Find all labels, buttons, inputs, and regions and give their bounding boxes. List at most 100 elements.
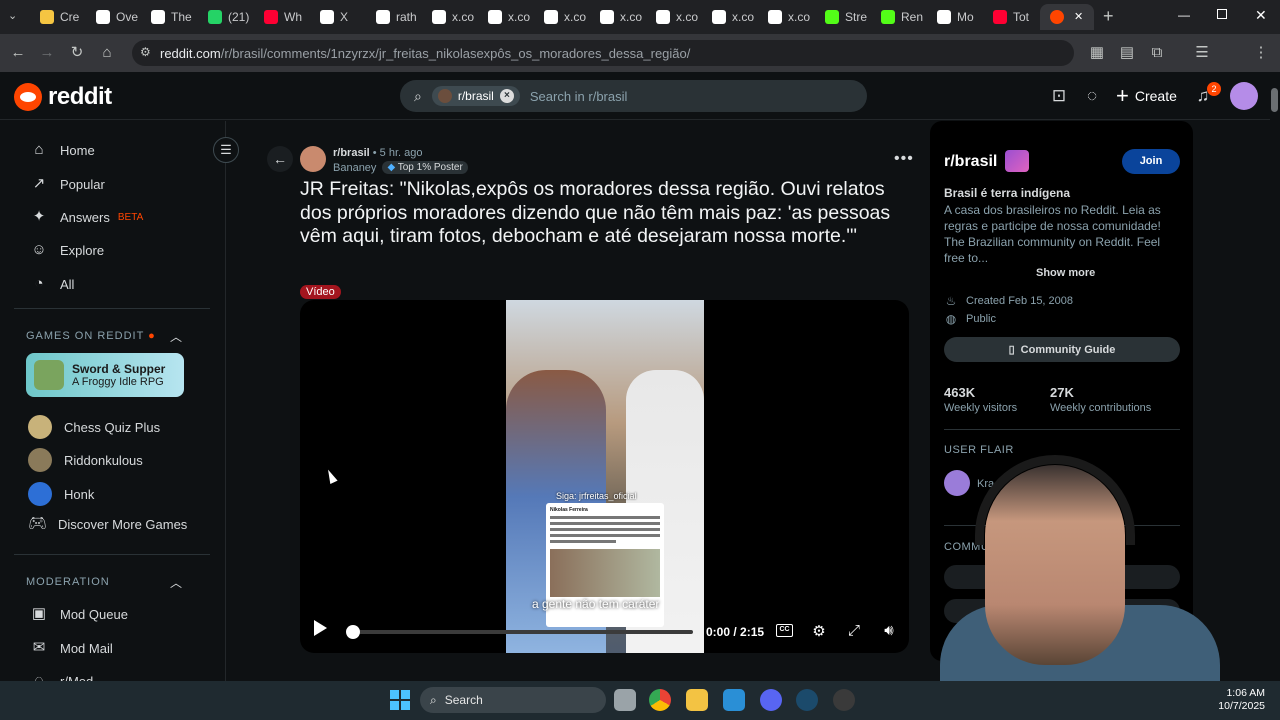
- mod-item[interactable]: ▣ Mod Queue: [30, 605, 128, 623]
- browser-tab[interactable]: Ove: [86, 4, 138, 30]
- browser-tab[interactable]: rath: [366, 4, 418, 30]
- tab-search-icon[interactable]: ⌄: [8, 9, 17, 22]
- browser-menu-icon[interactable]: ⋮: [1252, 44, 1270, 62]
- chrome-icon[interactable]: [649, 689, 671, 711]
- join-button[interactable]: Join: [1122, 149, 1180, 174]
- browser-tab[interactable]: x.co: [590, 4, 642, 30]
- browser-tab[interactable]: Mo: [927, 4, 979, 30]
- browser-tab[interactable]: Tot: [983, 4, 1035, 30]
- windows-start-icon[interactable]: [390, 690, 410, 710]
- maximize-icon[interactable]: [1217, 9, 1227, 19]
- video-progress-knob[interactable]: [346, 625, 360, 639]
- sidebar-item-home[interactable]: ⌂ Home: [30, 141, 94, 159]
- game-label: Honk: [64, 486, 95, 502]
- store-icon[interactable]: [723, 689, 745, 711]
- browser-tab[interactable]: (21): [198, 4, 250, 30]
- back-icon[interactable]: ←: [9, 44, 27, 62]
- games-section-header[interactable]: GAMES ON REDDIT ●: [26, 330, 156, 342]
- mod-icon: ▣: [31, 605, 47, 622]
- browser-tab[interactable]: Ren: [871, 4, 923, 30]
- browser-tab[interactable]: x.co: [758, 4, 810, 30]
- search-bar[interactable]: ⌕ r/brasil × Search in r/brasil: [400, 80, 867, 112]
- show-more-button[interactable]: Show more: [1036, 267, 1095, 279]
- obs-icon[interactable]: [833, 689, 855, 711]
- advertise-icon[interactable]: ⊡: [1049, 86, 1069, 106]
- browser-tab[interactable]: x.co: [534, 4, 586, 30]
- search-input[interactable]: Search in r/brasil: [530, 89, 628, 104]
- community-guide-button[interactable]: ▯ Community Guide: [944, 337, 1180, 362]
- taskbar-search-icon: ⌕: [430, 692, 437, 707]
- reading-list-icon[interactable]: ☰: [1193, 44, 1211, 62]
- discord-icon[interactable]: [760, 689, 782, 711]
- game-item[interactable]: 🎮︎ Discover More Games: [28, 515, 187, 533]
- game-item[interactable]: Honk: [28, 482, 94, 506]
- volume-icon[interactable]: 🔊︎: [879, 622, 899, 639]
- browser-tab[interactable]: Stre: [815, 4, 867, 30]
- new-tab-button[interactable]: +: [1103, 6, 1114, 27]
- post-overflow-menu-icon[interactable]: •••: [894, 150, 914, 168]
- collapse-sidebar-button[interactable]: ☰: [213, 137, 239, 163]
- games-collapse-caret[interactable]: ︿: [170, 328, 182, 345]
- browser-tab[interactable]: x.co: [702, 4, 754, 30]
- close-window-icon[interactable]: ✕: [1255, 7, 1267, 24]
- featured-game-card[interactable]: Sword & Supper A Froggy Idle RPG: [26, 353, 184, 397]
- captions-icon[interactable]: CC: [776, 624, 793, 637]
- subreddit-avatar[interactable]: [300, 146, 326, 172]
- scrollbar-thumb[interactable]: [1271, 88, 1278, 112]
- browser-tab[interactable]: x.co: [646, 4, 698, 30]
- browser-tab[interactable]: X: [310, 4, 362, 30]
- subreddit-link[interactable]: r/brasil: [333, 147, 370, 159]
- browser-tab[interactable]: The: [141, 4, 193, 30]
- active-browser-tab[interactable]: [1040, 4, 1094, 30]
- reddit-logo[interactable]: reddit: [14, 83, 112, 111]
- sidebar-item-popular[interactable]: ↗ Popular: [30, 175, 105, 193]
- game-item[interactable]: Riddonkulous: [28, 448, 143, 472]
- browser-tab[interactable]: x.co: [422, 4, 474, 30]
- site-info-icon[interactable]: ⚙: [140, 45, 151, 59]
- create-post-button[interactable]: + Create: [1116, 85, 1177, 107]
- file-explorer-icon[interactable]: [686, 689, 708, 711]
- user-avatar[interactable]: [1230, 82, 1258, 110]
- post-flair-tag[interactable]: Vídeo: [300, 285, 341, 299]
- home-browser-icon[interactable]: ⌂: [98, 44, 116, 62]
- video-player[interactable]: Siga: jrfreitas_oficial Nikolas Ferreira…: [300, 300, 909, 653]
- post-age: 5 hr. ago: [379, 147, 423, 159]
- sidebar-item-explore[interactable]: ☺ Explore: [30, 241, 104, 259]
- steam-icon[interactable]: [796, 689, 818, 711]
- community-name[interactable]: r/brasil: [944, 153, 997, 171]
- frog-game-icon: [34, 360, 64, 390]
- play-icon[interactable]: [314, 620, 327, 636]
- clear-chip-icon[interactable]: ×: [499, 89, 514, 103]
- reload-icon[interactable]: ↻: [68, 44, 86, 62]
- video-progress-track[interactable]: [348, 630, 693, 634]
- sidebar-item-answers[interactable]: ✦ Answers BETA: [30, 208, 144, 226]
- page-scrollbar[interactable]: [1270, 72, 1280, 681]
- taskbar-clock[interactable]: 1:06 AM 10/7/2025: [1205, 687, 1265, 713]
- browser-tab[interactable]: Wh: [254, 4, 306, 30]
- game-item[interactable]: Chess Quiz Plus: [28, 415, 160, 439]
- task-view-icon[interactable]: [614, 689, 636, 711]
- tab-favicon-icon: [825, 10, 839, 24]
- mod-item[interactable]: ✉ Mod Mail: [30, 639, 113, 657]
- author-name[interactable]: Bananey: [333, 162, 376, 174]
- fullscreen-icon[interactable]: ⤢: [844, 622, 864, 639]
- clock-date: 10/7/2025: [1218, 700, 1265, 712]
- browser-tab[interactable]: x.co: [478, 4, 530, 30]
- extension-icon[interactable]: ▦: [1088, 44, 1106, 62]
- search-scope-chip[interactable]: r/brasil ×: [431, 86, 520, 106]
- chat-icon[interactable]: ◌: [1082, 86, 1102, 106]
- taskbar-search[interactable]: ⌕ Search: [420, 687, 606, 713]
- moderation-collapse-caret[interactable]: ︿: [170, 574, 182, 591]
- forward-icon[interactable]: →: [38, 44, 56, 62]
- minimize-icon[interactable]: —: [1178, 8, 1190, 22]
- tab-label: Ove: [116, 10, 138, 24]
- back-button[interactable]: ←: [267, 146, 293, 172]
- settings-gear-icon[interactable]: ⚙: [809, 622, 829, 640]
- browser-tab[interactable]: Cre: [30, 4, 82, 30]
- moderation-section-header[interactable]: MODERATION: [26, 576, 110, 588]
- sidebar-item-all[interactable]: ◔ All: [30, 275, 74, 293]
- tab-close-icon[interactable]: ✕: [1074, 10, 1083, 23]
- extension-icon-2[interactable]: ▤: [1118, 44, 1136, 62]
- extensions-puzzle-icon[interactable]: ⧉: [1148, 44, 1166, 62]
- address-bar[interactable]: ⚙ reddit.com/r/brasil/comments/1nzyrzx/j…: [132, 40, 1074, 66]
